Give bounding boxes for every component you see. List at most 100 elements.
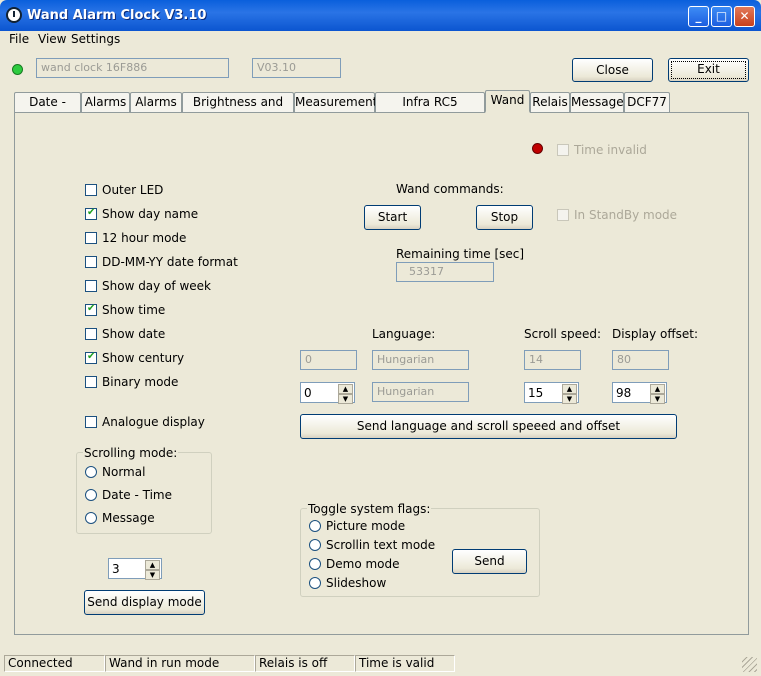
language-label: Language: bbox=[372, 327, 436, 341]
language-index-current: 0 bbox=[300, 350, 357, 370]
standby-checkbox[interactable] bbox=[557, 209, 569, 221]
scrolling-mode-title: Scrolling mode: bbox=[83, 446, 179, 460]
tab-alarms-1[interactable]: Alarms I bbox=[81, 92, 130, 127]
minimize-icon[interactable]: _ bbox=[688, 6, 709, 27]
close-window-icon[interactable]: ✕ bbox=[734, 6, 755, 27]
spin-up-icon[interactable]: ▲ bbox=[562, 384, 577, 394]
exit-button[interactable]: Exit bbox=[668, 58, 749, 82]
label-slideshow: Slideshow bbox=[326, 576, 387, 590]
spin-down-icon[interactable]: ▼ bbox=[338, 394, 353, 404]
checkbox-12-hour[interactable] bbox=[85, 232, 97, 244]
wand-commands-label: Wand commands: bbox=[396, 182, 504, 196]
spin-up-icon[interactable]: ▲ bbox=[338, 384, 353, 394]
label-date-format: DD-MM-YY date format bbox=[102, 255, 238, 269]
start-button[interactable]: Start bbox=[364, 205, 421, 230]
display-mode-spinner[interactable]: 3 ▲ ▼ bbox=[108, 558, 162, 580]
close-button[interactable]: Close bbox=[572, 58, 653, 82]
checkbox-day-of-week[interactable] bbox=[85, 280, 97, 292]
checkbox-outer-led[interactable] bbox=[85, 184, 97, 196]
checkbox-show-time[interactable] bbox=[85, 303, 97, 316]
label-12-hour: 12 hour mode bbox=[102, 231, 187, 245]
radio-scroll-message[interactable] bbox=[85, 512, 97, 524]
tab-date-time[interactable]: Date - Time bbox=[14, 92, 81, 127]
tab-brightness[interactable]: Brightness and Mode bbox=[182, 92, 294, 127]
display-offset-current: 80 bbox=[612, 350, 669, 370]
language-index-spinner[interactable]: 0 ▲ ▼ bbox=[300, 382, 355, 404]
menu-file[interactable]: File bbox=[9, 32, 29, 46]
checkbox-analogue-display[interactable] bbox=[85, 416, 97, 428]
language-new-field: Hungarian bbox=[372, 382, 469, 402]
spin-down-icon[interactable]: ▼ bbox=[562, 394, 577, 404]
checkbox-show-date[interactable] bbox=[85, 328, 97, 340]
radio-scroll-date-time[interactable] bbox=[85, 489, 97, 501]
label-show-date: Show date bbox=[102, 327, 166, 341]
radio-scrollin-text-mode[interactable] bbox=[309, 539, 321, 551]
label-scroll-date-time: Date - Time bbox=[102, 488, 173, 502]
remaining-time-field: 53317 bbox=[396, 262, 494, 282]
standby-label: In StandBy mode bbox=[574, 208, 678, 222]
radio-picture-mode[interactable] bbox=[309, 520, 321, 532]
radio-demo-mode[interactable] bbox=[309, 558, 321, 570]
checkbox-date-format[interactable] bbox=[85, 256, 97, 268]
spin-down-icon[interactable]: ▼ bbox=[145, 570, 160, 580]
radio-slideshow[interactable] bbox=[309, 577, 321, 589]
resize-grip-icon[interactable] bbox=[742, 657, 757, 672]
label-scrollin-text-mode: Scrollin text mode bbox=[326, 538, 436, 552]
time-invalid-label: Time invalid bbox=[574, 143, 647, 157]
maximize-icon[interactable]: □ bbox=[711, 6, 732, 27]
label-show-time: Show time bbox=[102, 303, 166, 317]
tab-infra-rc5[interactable]: Infra RC5 commands bbox=[375, 92, 485, 127]
label-analogue-display: Analogue display bbox=[102, 415, 205, 429]
send-language-button[interactable]: Send language and scroll speeed and offs… bbox=[300, 414, 677, 439]
tab-message[interactable]: Message bbox=[570, 92, 624, 112]
spin-up-icon[interactable]: ▲ bbox=[650, 384, 665, 394]
language-current: Hungarian bbox=[372, 350, 469, 370]
checkbox-show-century[interactable] bbox=[85, 351, 97, 364]
scroll-speed-current: 14 bbox=[524, 350, 581, 370]
language-index-value: 0 bbox=[304, 386, 312, 400]
tab-dcf77[interactable]: DCF77 bbox=[624, 92, 670, 112]
time-invalid-checkbox[interactable] bbox=[557, 144, 569, 156]
label-scroll-normal: Normal bbox=[102, 465, 146, 479]
label-show-century: Show century bbox=[102, 351, 185, 365]
label-outer-led: Outer LED bbox=[102, 183, 164, 197]
spin-up-icon[interactable]: ▲ bbox=[145, 560, 160, 570]
menu-view[interactable]: View bbox=[38, 32, 66, 46]
status-connection: Connected bbox=[4, 655, 105, 672]
stop-button[interactable]: Stop bbox=[476, 205, 533, 230]
label-scroll-message: Message bbox=[102, 511, 155, 525]
scroll-speed-label: Scroll speed: bbox=[524, 327, 602, 341]
display-offset-spinner[interactable]: 98 ▲ ▼ bbox=[612, 382, 667, 404]
label-day-of-week: Show day of week bbox=[102, 279, 211, 293]
label-demo-mode: Demo mode bbox=[326, 557, 400, 571]
spin-down-icon[interactable]: ▼ bbox=[650, 394, 665, 404]
label-binary-mode: Binary mode bbox=[102, 375, 179, 389]
tab-relais[interactable]: Relais bbox=[530, 92, 570, 112]
display-offset-label: Display offset: bbox=[612, 327, 699, 341]
checkbox-binary-mode[interactable] bbox=[85, 376, 97, 388]
status-time: Time is valid bbox=[355, 655, 455, 672]
clock-icon bbox=[6, 7, 22, 23]
scroll-speed-value: 15 bbox=[528, 386, 544, 400]
tab-wand[interactable]: Wand bbox=[485, 90, 530, 113]
checkbox-show-day-name[interactable] bbox=[85, 207, 97, 220]
remaining-time-label: Remaining time [sec] bbox=[396, 247, 525, 261]
tab-alarms-2[interactable]: Alarms II bbox=[130, 92, 182, 127]
display-mode-value: 3 bbox=[112, 562, 120, 576]
label-picture-mode: Picture mode bbox=[326, 519, 406, 533]
version-field: V03.10 bbox=[252, 58, 341, 78]
time-status-led-icon bbox=[532, 143, 543, 154]
send-flags-button[interactable]: Send bbox=[452, 549, 527, 574]
menu-settings[interactable]: Settings bbox=[71, 32, 120, 46]
connection-led-icon bbox=[12, 64, 23, 75]
label-show-day-name: Show day name bbox=[102, 207, 199, 221]
system-flags-title: Toggle system flags: bbox=[307, 502, 432, 516]
scroll-speed-spinner[interactable]: 15 ▲ ▼ bbox=[524, 382, 579, 404]
radio-scroll-normal[interactable] bbox=[85, 466, 97, 478]
status-wand: Wand in run mode bbox=[105, 655, 255, 672]
display-offset-value: 98 bbox=[616, 386, 632, 400]
device-name-field: wand clock 16F886 bbox=[36, 58, 229, 78]
tab-measurements[interactable]: Measurements bbox=[294, 92, 384, 112]
window-title: Wand Alarm Clock V3.10 bbox=[27, 8, 207, 23]
send-display-mode-button[interactable]: Send display mode bbox=[84, 590, 205, 615]
